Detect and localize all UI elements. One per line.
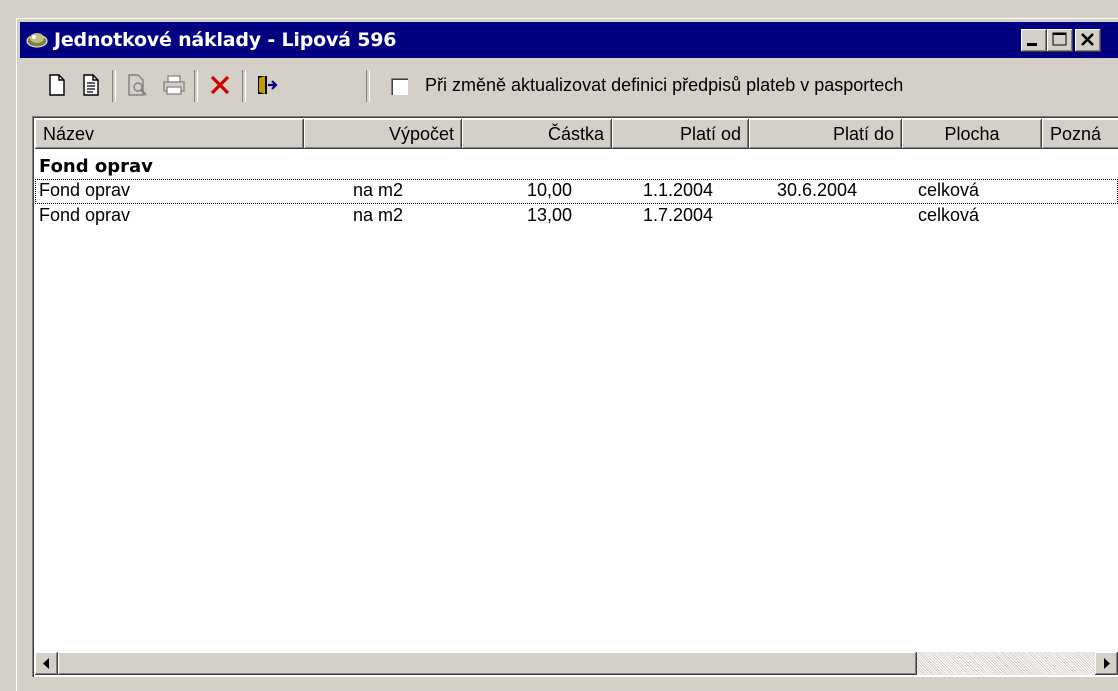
cell-castka: 10,00 — [527, 180, 573, 200]
cell-vypocet: na m2 — [353, 180, 404, 200]
scroll-right-button[interactable] — [1095, 652, 1118, 675]
close-button[interactable] — [1075, 29, 1101, 52]
cell-vypocet: na m2 — [353, 205, 404, 225]
title-bar[interactable]: Jednotkové náklady - Lipová 596 — [20, 22, 1118, 58]
cell-nazev: Fond oprav — [39, 180, 131, 200]
column-header-castka[interactable]: Částka — [462, 119, 612, 149]
print-preview-icon — [120, 68, 154, 102]
cost-list[interactable]: Název Výpočet Částka Platí od Platí do P… — [32, 116, 1118, 677]
window-title: Jednotkové náklady - Lipová 596 — [54, 29, 397, 51]
minimize-button[interactable] — [1021, 29, 1047, 52]
column-header-poznamka[interactable]: Pozná — [1042, 119, 1118, 149]
column-header-plati-do[interactable]: Platí do — [749, 119, 902, 149]
toolbar: Při změně aktualizovat definici předpisů… — [20, 64, 1118, 108]
table-row[interactable]: Fond oprav na m2 13,00 1.7.2004 celková — [35, 204, 1118, 229]
cell-castka: 13,00 — [527, 205, 573, 225]
cell-plati-od: 1.1.2004 — [643, 180, 714, 200]
app-icon — [26, 28, 48, 50]
maximize-button[interactable] — [1047, 29, 1073, 52]
horizontal-scrollbar[interactable] — [35, 652, 1118, 675]
toolbar-separator — [242, 70, 246, 102]
cell-plocha: celková — [918, 180, 980, 200]
new-icon[interactable] — [40, 68, 74, 102]
edit-document-icon[interactable] — [74, 68, 108, 102]
cell-plati-od: 1.7.2004 — [643, 205, 714, 225]
column-header-plati-od[interactable]: Platí od — [612, 119, 749, 149]
scrollbar-thumb[interactable] — [58, 652, 917, 675]
column-header-vypocet[interactable]: Výpočet — [304, 119, 462, 149]
update-definitions-checkbox[interactable] — [391, 78, 408, 95]
cell-nazev: Fond oprav — [39, 205, 131, 225]
toolbar-separator — [194, 70, 198, 102]
delete-icon[interactable] — [203, 68, 237, 102]
exit-door-icon[interactable] — [250, 68, 284, 102]
cell-plati-do: 30.6.2004 — [777, 180, 858, 200]
column-header-plocha[interactable]: Plocha — [902, 119, 1042, 149]
column-header-nazev[interactable]: Název — [35, 119, 304, 149]
table-row[interactable]: Fond oprav na m2 10,00 1.1.2004 30.6.200… — [35, 179, 1118, 204]
toolbar-separator — [366, 70, 370, 102]
group-title: Fond oprav — [39, 156, 153, 177]
toolbar-separator — [112, 70, 116, 102]
main-window: Jednotkové náklady - Lipová 596 Při změn… — [16, 18, 1118, 691]
update-definitions-label: Při změně aktualizovat definici předpisů… — [425, 75, 904, 95]
print-icon — [156, 68, 190, 102]
scroll-left-button[interactable] — [35, 652, 58, 675]
cell-plocha: celková — [918, 205, 980, 225]
